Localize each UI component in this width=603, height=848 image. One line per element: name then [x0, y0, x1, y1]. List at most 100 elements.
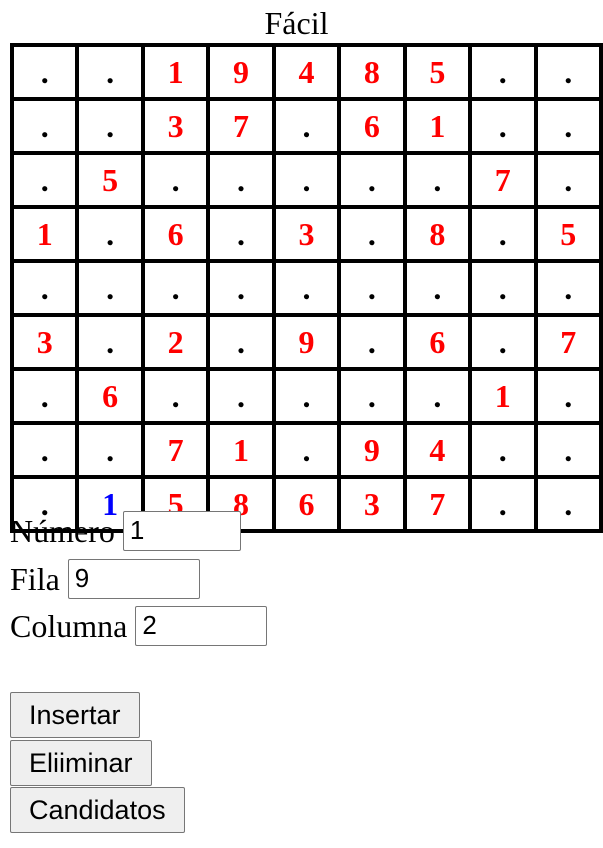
board-cell[interactable]: .: [206, 367, 276, 425]
board-cell[interactable]: .: [271, 367, 342, 425]
board-cell[interactable]: 1: [206, 421, 276, 479]
board-cell[interactable]: .: [271, 421, 342, 479]
board-cell[interactable]: .: [533, 43, 603, 101]
board-cell[interactable]: 8: [402, 205, 473, 263]
board-cell[interactable]: 6: [402, 313, 473, 371]
insertar-button[interactable]: Insertar: [10, 692, 140, 738]
board-cell[interactable]: 9: [337, 421, 407, 479]
board-row: .6.....1.: [9, 367, 603, 425]
board-cell[interactable]: 7: [533, 313, 603, 371]
board-cell[interactable]: .: [75, 43, 145, 101]
board-cell[interactable]: .: [402, 259, 473, 317]
board-cell[interactable]: 9: [271, 313, 342, 371]
board-cell[interactable]: 6: [140, 205, 211, 263]
board-cell[interactable]: .: [140, 367, 211, 425]
board-cell[interactable]: .: [75, 313, 145, 371]
board-cell[interactable]: .: [402, 367, 473, 425]
numero-input[interactable]: [122, 510, 241, 551]
board-row: ..37.61..: [9, 97, 603, 155]
fila-row: Fila: [10, 555, 200, 602]
board-cell[interactable]: .: [337, 259, 407, 317]
columna-label: Columna: [10, 607, 128, 644]
board-cell[interactable]: .: [271, 151, 342, 209]
board-cell[interactable]: .: [533, 475, 603, 533]
board-cell[interactable]: 7: [206, 97, 276, 155]
board-cell[interactable]: .: [9, 97, 80, 155]
difficulty-title: Fácil: [264, 5, 329, 41]
board-cell[interactable]: 6: [337, 97, 407, 155]
board-cell[interactable]: .: [75, 421, 145, 479]
board-cell[interactable]: .: [140, 151, 211, 209]
board-cell[interactable]: .: [533, 97, 603, 155]
sudoku-page: Fácil ..19485....37.61...5.....7.1.6.3.8…: [0, 0, 603, 848]
board-cell[interactable]: .: [533, 421, 603, 479]
board-cell[interactable]: 3: [9, 313, 80, 371]
board-cell[interactable]: 9: [206, 43, 276, 101]
board-cell[interactable]: .: [9, 367, 80, 425]
board-cell[interactable]: .: [75, 205, 145, 263]
board-row: 1.6.3.8.5: [9, 205, 603, 263]
board-cell[interactable]: 2: [140, 313, 211, 371]
board-row: 3.2.9.6.7: [9, 313, 603, 371]
board-cell[interactable]: .: [468, 475, 538, 533]
board-row: ..19485..: [9, 43, 603, 101]
board-cell[interactable]: 7: [402, 475, 473, 533]
board-cell[interactable]: .: [271, 97, 342, 155]
board-cell[interactable]: 5: [533, 205, 603, 263]
board-cell[interactable]: .: [9, 421, 80, 479]
board-cell[interactable]: 1: [468, 367, 538, 425]
board-cell[interactable]: .: [468, 205, 538, 263]
candidatos-button[interactable]: Candidatos: [10, 787, 185, 833]
columna-row: Columna: [10, 602, 268, 649]
board-row: .........: [9, 259, 603, 317]
board-cell[interactable]: .: [337, 367, 407, 425]
board-cell[interactable]: .: [533, 259, 603, 317]
board-row: ..71.94..: [9, 421, 603, 479]
board-cell[interactable]: 5: [402, 43, 473, 101]
board-cell[interactable]: .: [468, 259, 538, 317]
board-cell[interactable]: 5: [75, 151, 145, 209]
board-cell[interactable]: 7: [468, 151, 538, 209]
board-cell[interactable]: .: [468, 43, 538, 101]
board-cell[interactable]: .: [468, 421, 538, 479]
board-cell[interactable]: .: [75, 97, 145, 155]
eliminar-button[interactable]: Eliiminar: [10, 740, 152, 786]
numero-row: Número: [10, 507, 241, 554]
board-cell[interactable]: .: [206, 151, 276, 209]
board-cell[interactable]: .: [9, 151, 80, 209]
board-cell[interactable]: 4: [271, 43, 342, 101]
columna-input[interactable]: [135, 605, 268, 646]
board-cell[interactable]: 6: [271, 475, 342, 533]
board-cell[interactable]: 8: [337, 43, 407, 101]
board-cell[interactable]: .: [337, 313, 407, 371]
board-cell[interactable]: 1: [140, 43, 211, 101]
board-cell[interactable]: 1: [402, 97, 473, 155]
board-cell[interactable]: .: [337, 151, 407, 209]
board-cell[interactable]: 3: [140, 97, 211, 155]
board-cell[interactable]: .: [402, 151, 473, 209]
board-cell[interactable]: .: [468, 97, 538, 155]
board-cell[interactable]: .: [533, 151, 603, 209]
board-cell[interactable]: .: [206, 259, 276, 317]
board-cell[interactable]: .: [75, 259, 145, 317]
board-cell[interactable]: 3: [271, 205, 342, 263]
board-cell[interactable]: .: [533, 367, 603, 425]
board-cell[interactable]: .: [206, 205, 276, 263]
board-cell[interactable]: .: [206, 313, 276, 371]
board-cell[interactable]: 4: [402, 421, 473, 479]
board-cell[interactable]: 3: [337, 475, 407, 533]
board-cell[interactable]: .: [9, 259, 80, 317]
board-cell[interactable]: .: [337, 205, 407, 263]
fila-label: Fila: [10, 560, 60, 597]
board-cell[interactable]: 6: [75, 367, 145, 425]
board-cell[interactable]: 1: [9, 205, 80, 263]
board-cell[interactable]: .: [140, 259, 211, 317]
board-cell[interactable]: .: [9, 43, 80, 101]
sudoku-board: ..19485....37.61...5.....7.1.6.3.8.5....…: [9, 43, 603, 533]
board-cell[interactable]: .: [468, 313, 538, 371]
board-cell[interactable]: .: [271, 259, 342, 317]
board-cell[interactable]: 7: [140, 421, 211, 479]
board-row: .5.....7.: [9, 151, 603, 209]
fila-input[interactable]: [67, 558, 200, 599]
numero-label: Número: [10, 512, 115, 549]
